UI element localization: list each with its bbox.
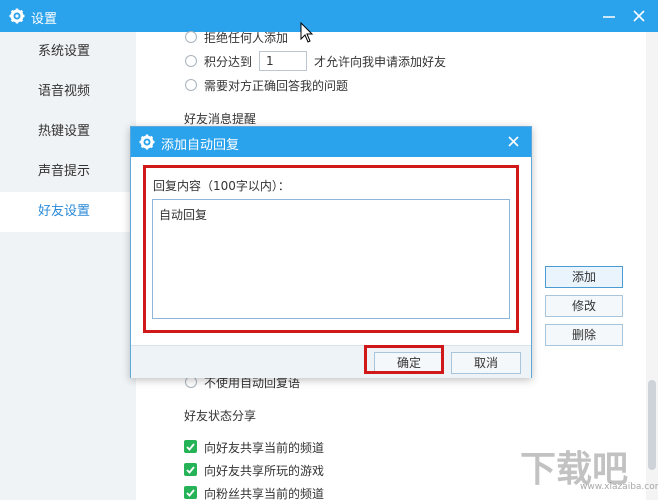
checkmark-icon: [186, 489, 195, 497]
edit-reply-button[interactable]: 修改: [545, 295, 623, 317]
highlight-frame-content: [143, 165, 519, 333]
highlight-frame-confirm: [364, 345, 444, 374]
sidebar-item-friends[interactable]: 好友设置: [0, 192, 136, 232]
status-share-heading: 好友状态分享: [184, 409, 257, 423]
add-reply-button[interactable]: 添加: [545, 266, 623, 288]
sidebar-item-voice-video[interactable]: 语音视频: [0, 72, 136, 112]
checkmark-icon: [186, 443, 195, 451]
dialog-title: 添加自动回复: [161, 138, 240, 153]
window-titlebar: 设置: [0, 0, 658, 32]
share-channel-checkbox[interactable]: [184, 440, 197, 453]
dialog-footer: 确定 取消: [131, 345, 531, 378]
gear-icon: [139, 134, 155, 150]
points-threshold-suffix: 才允许向我申请添加好友: [314, 55, 447, 69]
sidebar-item-hotkeys[interactable]: 热键设置: [0, 112, 136, 152]
sidebar-item-sound[interactable]: 声音提示: [0, 152, 136, 192]
minimize-icon[interactable]: [602, 9, 616, 23]
watermark-url: www.xiazaiba.com: [580, 482, 658, 492]
gear-icon: [9, 8, 25, 24]
sidebar-item-system[interactable]: 系统设置: [0, 32, 136, 72]
answer-question-radio[interactable]: [185, 79, 197, 91]
mouse-cursor-icon: [300, 22, 314, 43]
points-threshold-radio[interactable]: [185, 55, 197, 67]
dialog-titlebar: 添加自动回复: [131, 127, 531, 157]
answer-question-label: 需要对方正确回答我的问题: [204, 79, 349, 93]
checkmark-icon: [186, 466, 195, 474]
reject-all-label: 拒绝任何人添加: [204, 31, 289, 45]
window-title: 设置: [31, 12, 58, 27]
share-fans-channel-label: 向粉丝共享当前的频道: [204, 487, 325, 501]
share-channel-label: 向好友共享当前的频道: [204, 441, 325, 455]
reject-all-radio[interactable]: [185, 31, 197, 43]
delete-reply-button[interactable]: 删除: [545, 324, 623, 346]
settings-sidebar: 系统设置 语音视频 热键设置 声音提示 好友设置: [0, 32, 136, 500]
watermark-logo: 下载吧 www.xiazaiba.com: [520, 440, 658, 492]
dialog-close-icon[interactable]: [507, 135, 520, 148]
points-threshold-input[interactable]: 1: [259, 51, 307, 71]
cancel-button[interactable]: 取消: [451, 352, 521, 374]
scrollbar-thumb[interactable]: [648, 380, 656, 470]
points-threshold-label: 积分达到: [204, 55, 253, 69]
share-fans-channel-checkbox[interactable]: [184, 486, 197, 499]
message-reminder-heading: 好友消息提醒: [184, 112, 257, 126]
close-icon[interactable]: [632, 9, 646, 23]
share-game-label: 向好友共享所玩的游戏: [204, 464, 325, 478]
share-game-checkbox[interactable]: [184, 463, 197, 476]
